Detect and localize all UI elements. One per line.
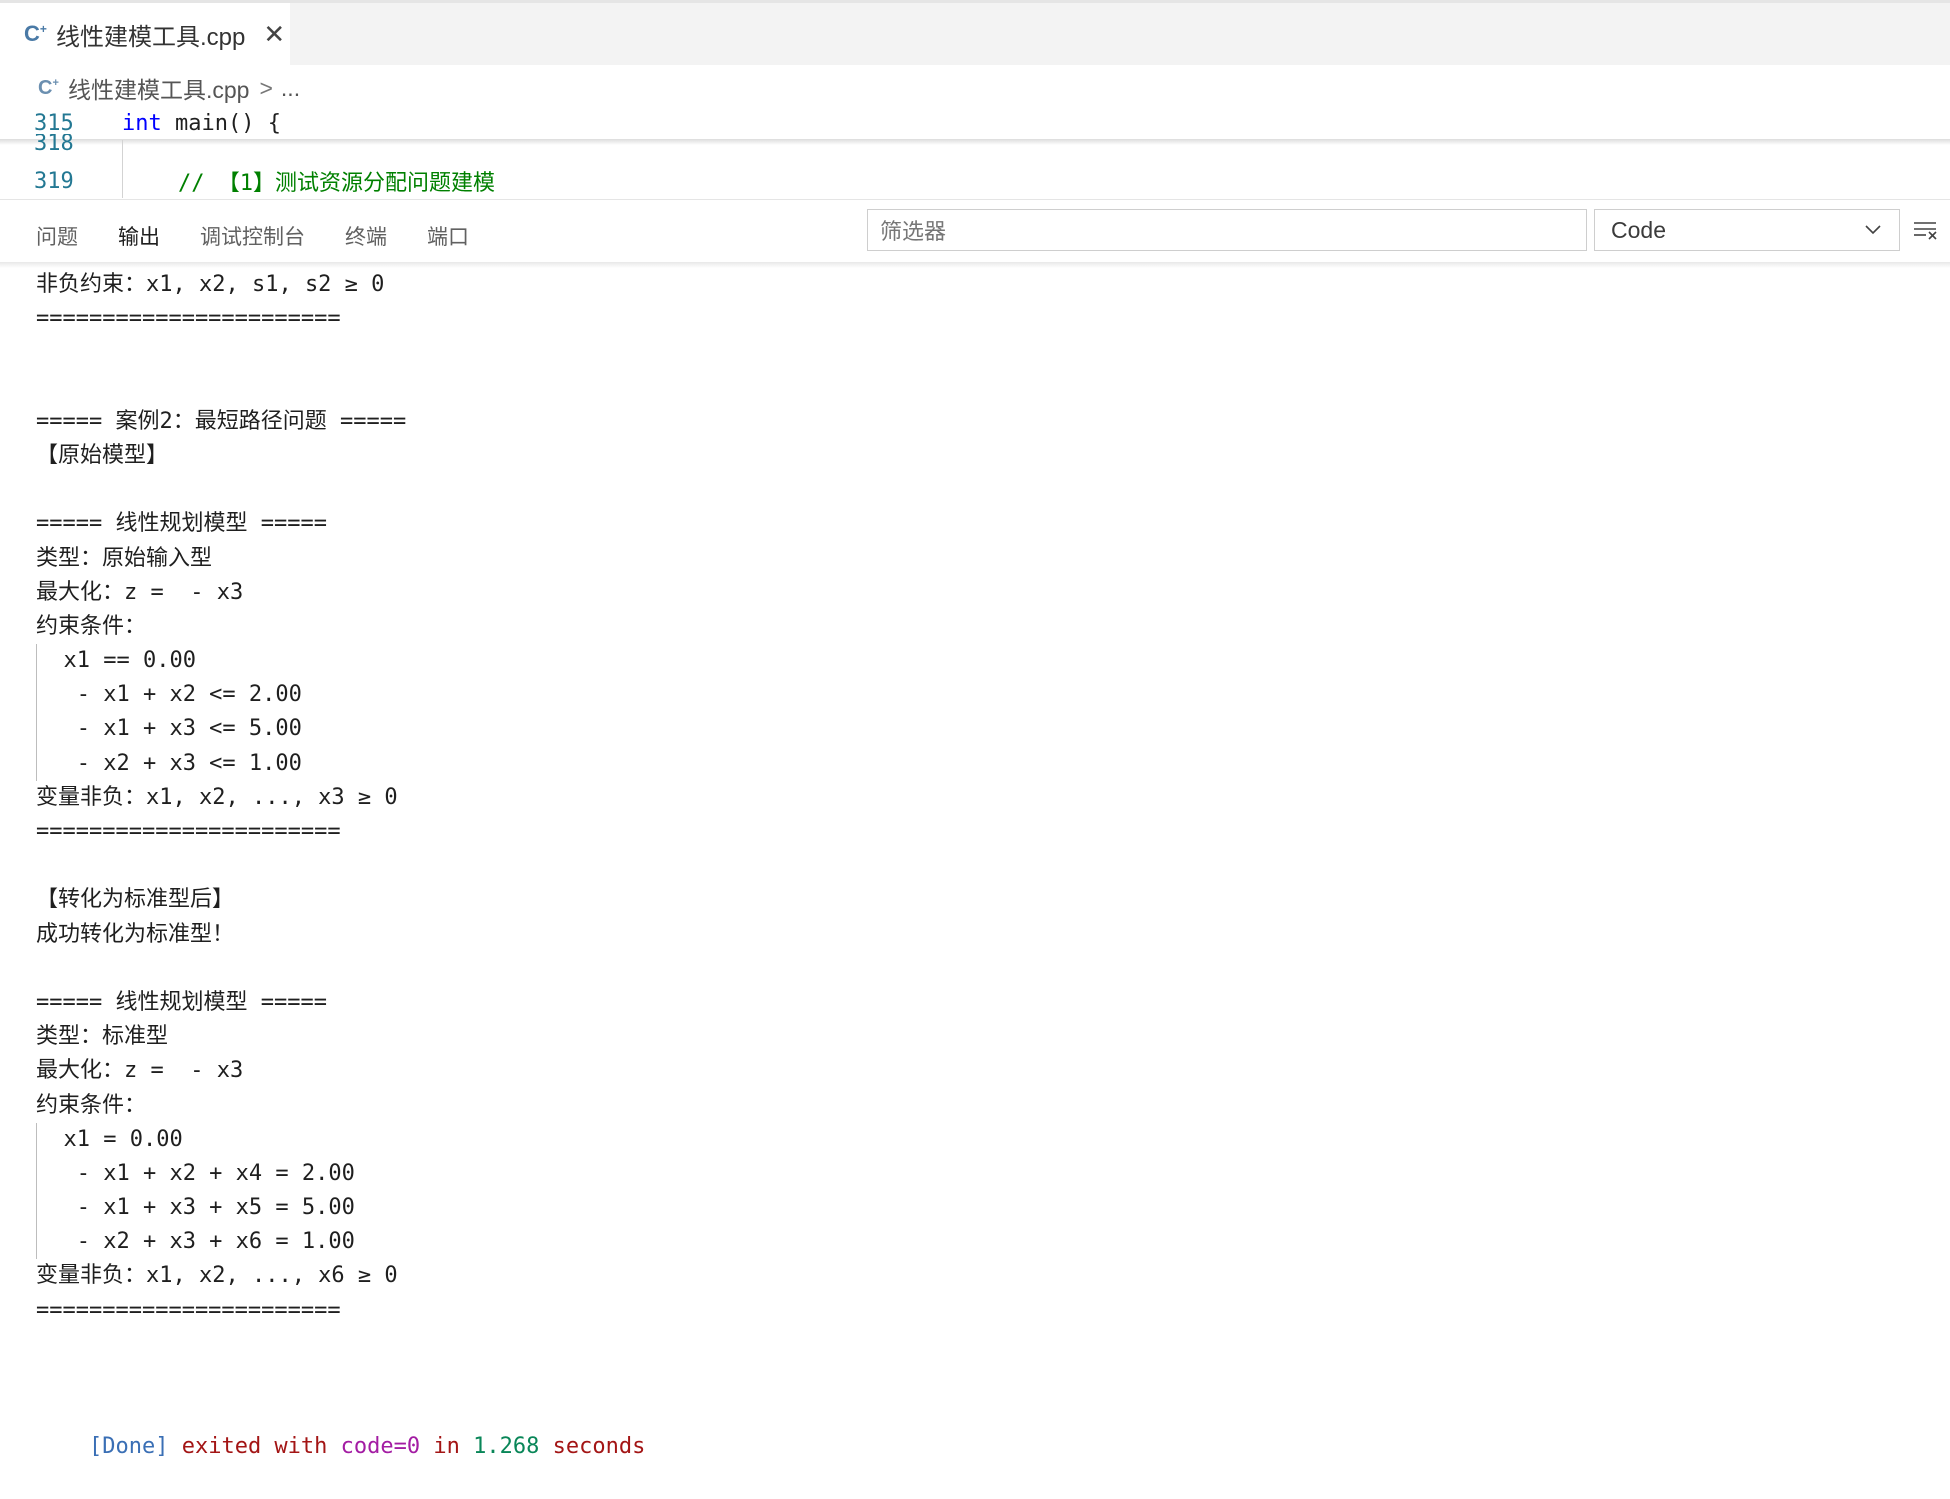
output-line: ===== 案例2：最短路径问题 =====	[36, 408, 407, 434]
output-line: ===== 线性规划模型 =====	[36, 989, 327, 1015]
output-line: 成功转化为标准型！	[36, 921, 235, 947]
output-view[interactable]: 非负约束：x1, x2, s1, s2 ≥ 0 =================…	[36, 268, 1936, 1459]
output-line: ===== 线性规划模型 =====	[36, 511, 327, 537]
chevron-right-icon: >	[259, 74, 273, 101]
tab-debug-console[interactable]: 调试控制台	[200, 214, 305, 258]
editor-tab[interactable]: C+ 线性建模工具.cpp ✕	[0, 3, 290, 65]
panel-border	[0, 199, 1950, 200]
done-text: exited with	[168, 1434, 341, 1460]
output-line: =======================	[36, 306, 341, 332]
output-line: 最大化：z = - x3	[36, 1058, 244, 1084]
tab-terminal[interactable]: 终端	[345, 214, 387, 258]
done-time: 1.268	[473, 1434, 540, 1460]
sticky-scroll-shadow	[0, 139, 1950, 145]
tab-problems[interactable]: 问题	[36, 214, 78, 258]
output-line: 类型：原始输入型	[36, 545, 213, 571]
tab-output[interactable]: 输出	[114, 214, 164, 264]
output-line: - x1 + x3 <= 5.00	[36, 712, 1936, 747]
output-line: 非负约束：x1, x2, s1, s2 ≥ 0	[36, 272, 385, 297]
chevron-down-icon	[1865, 225, 1881, 235]
line-number: 319	[34, 168, 74, 194]
code-text: main() {	[161, 110, 281, 136]
output-line: 【原始模型】	[36, 442, 169, 468]
done-tag: [Done]	[88, 1434, 169, 1460]
code-line[interactable]: 318	[0, 134, 90, 156]
output-line: - x1 + x3 + x5 = 5.00	[36, 1191, 1936, 1226]
done-line: [Done] exited with code=0 in 1.268 secon…	[36, 1396, 1936, 1459]
output-line: - x2 + x3 + x6 = 1.00	[36, 1225, 1936, 1260]
output-channel-select[interactable]: Code	[1594, 209, 1900, 251]
line-number: 315	[34, 110, 74, 136]
close-icon[interactable]: ✕	[263, 19, 285, 50]
output-line: x1 == 0.00	[36, 644, 1936, 679]
output-line: 变量非负：x1, x2, ..., x3 ≥ 0	[36, 784, 398, 810]
done-text: in	[420, 1434, 474, 1460]
panel-tab-bar: 问题 输出 调试控制台 终端 端口	[36, 214, 509, 264]
filter-input[interactable]: 筛选器	[867, 209, 1587, 251]
output-line: - x2 + x3 <= 1.00	[36, 746, 1936, 781]
output-line: =======================	[36, 819, 341, 844]
output-line: - x1 + x2 + x4 = 2.00	[36, 1156, 1936, 1192]
cpp-file-icon: C+	[38, 77, 59, 99]
code-line[interactable]: 319 // 【1】测试资源分配问题建模	[0, 164, 495, 198]
editor-tab-strip: C+ 线性建模工具.cpp ✕	[0, 3, 1950, 65]
code-keyword: int	[122, 110, 162, 136]
done-exit-code: code=0	[340, 1434, 421, 1460]
output-line: 类型：标准型	[36, 1024, 169, 1050]
breadcrumb-file[interactable]: 线性建模工具.cpp	[68, 71, 249, 105]
output-channel-value: Code	[1611, 216, 1666, 243]
breadcrumb: C+ 线性建模工具.cpp > ...	[38, 70, 300, 106]
code-comment: // 【1】测试资源分配问题建模	[178, 171, 495, 196]
filter-placeholder: 筛选器	[880, 219, 947, 244]
tab-ports[interactable]: 端口	[427, 214, 469, 258]
output-line: 约束条件：	[36, 613, 147, 639]
breadcrumb-ellipsis[interactable]: ...	[281, 75, 300, 102]
cpp-file-icon: C+	[24, 21, 47, 46]
output-line: - x1 + x2 <= 2.00	[36, 678, 1936, 713]
output-line: 变量非负：x1, x2, ..., x6 ≥ 0	[36, 1263, 398, 1289]
clear-output-icon[interactable]	[1912, 218, 1940, 242]
output-line: 最大化：z = - x3	[36, 579, 244, 605]
done-text: seconds	[539, 1434, 646, 1460]
output-line: =======================	[36, 1297, 341, 1323]
output-line: 约束条件：	[36, 1092, 147, 1118]
editor-tab-title: 线性建模工具.cpp	[56, 23, 246, 51]
output-line: x1 = 0.00	[36, 1122, 1936, 1157]
output-line: 【转化为标准型后】	[36, 887, 235, 913]
line-number: 318	[34, 134, 74, 156]
